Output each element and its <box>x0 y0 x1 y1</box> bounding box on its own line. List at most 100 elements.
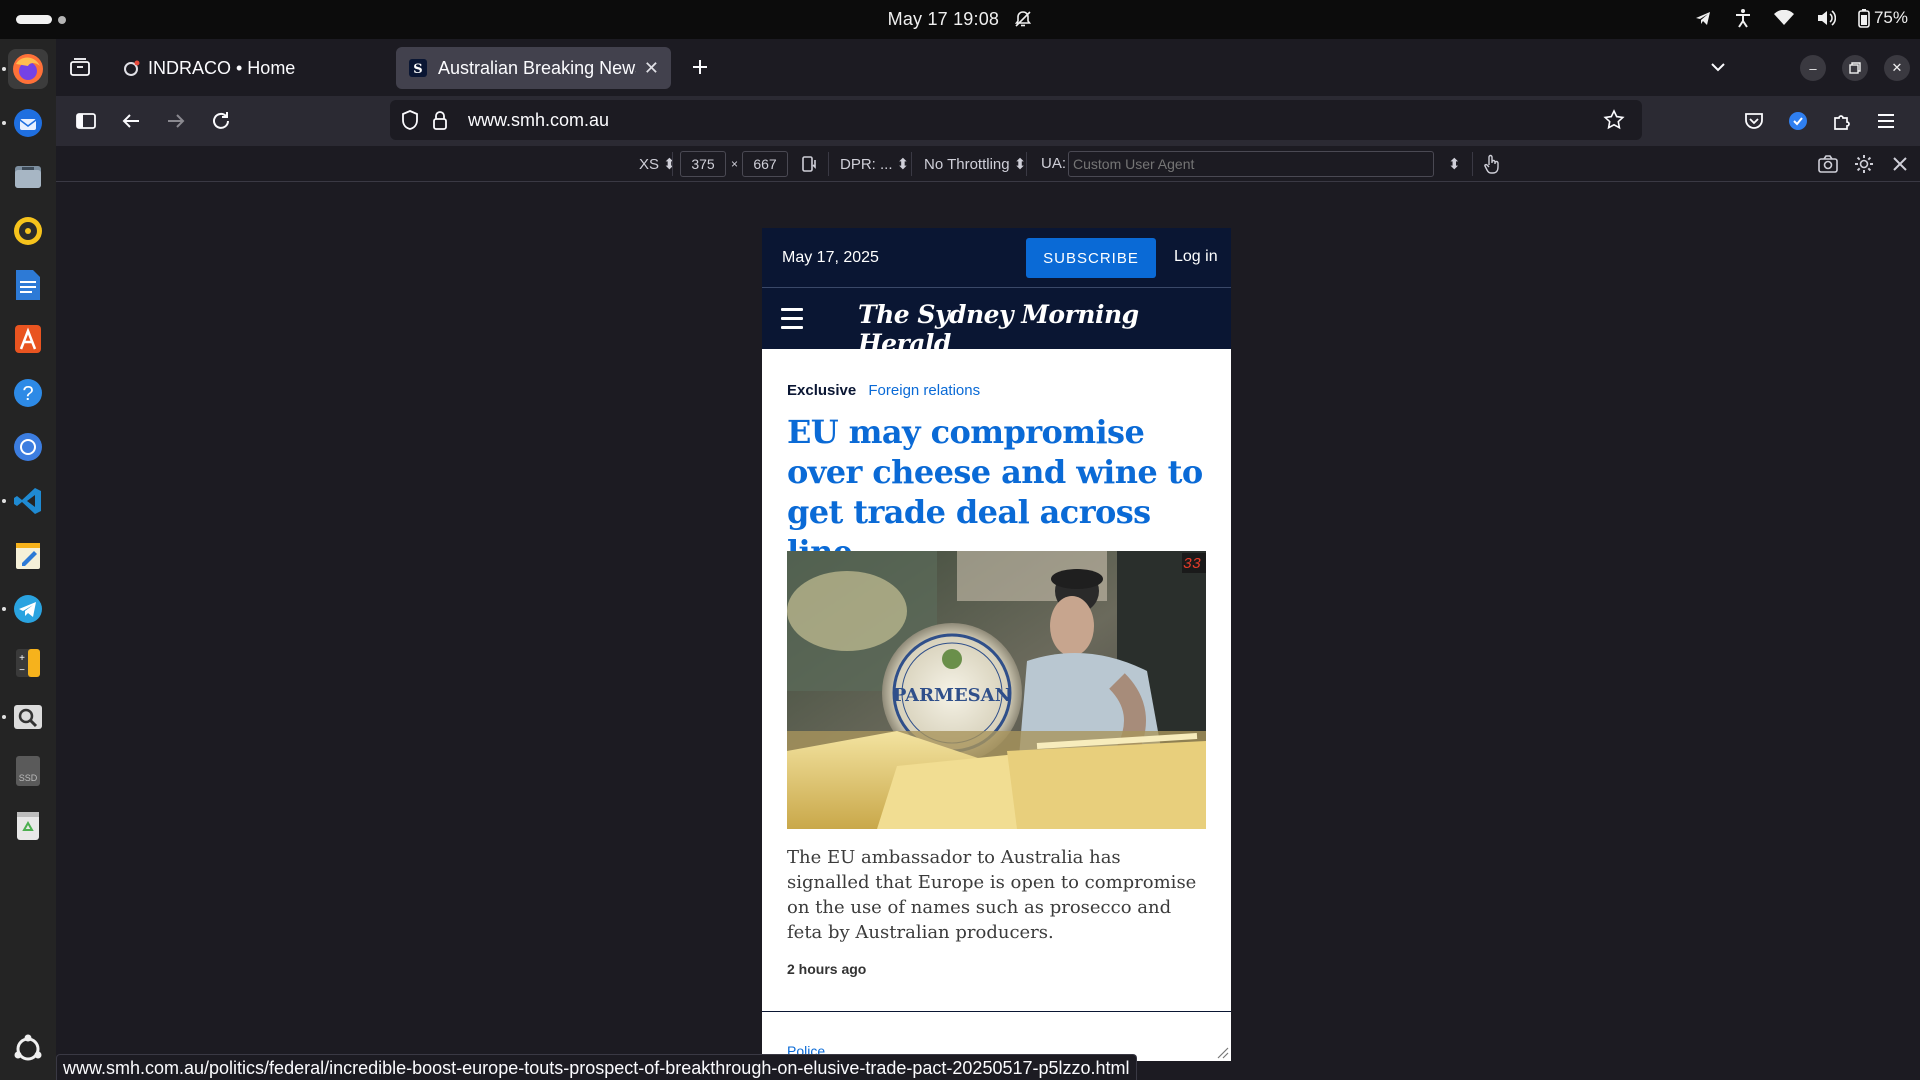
close-window-button[interactable]: ✕ <box>1884 55 1910 81</box>
ubuntu-logo-icon <box>14 1034 42 1061</box>
rotate-icon <box>802 156 816 172</box>
section-divider <box>762 1011 1231 1012</box>
dpr-label: DPR: ... <box>840 156 893 173</box>
help-launcher[interactable]: ? <box>8 373 48 413</box>
vscode-launcher[interactable] <box>8 481 48 521</box>
tab-close-icon[interactable]: ✕ <box>644 58 659 79</box>
shield-extension-icon <box>1789 112 1807 130</box>
address-bar[interactable]: www.smh.com.au <box>390 100 1642 140</box>
throttling-selector[interactable]: No Throttling ⬍ <box>924 155 1026 173</box>
responsive-design-toolbar: XS ⬍ 375 × 667 DPR: ... ⬍ No Throttling … <box>56 146 1920 182</box>
bookmark-star-icon[interactable] <box>1602 108 1626 132</box>
ua-label: UA: <box>1041 155 1067 172</box>
battery-icon <box>1858 9 1870 28</box>
list-all-tabs-button[interactable] <box>1706 55 1730 79</box>
sidebar-icon <box>76 113 96 129</box>
touch-hand-icon <box>1484 154 1499 174</box>
rhythmbox-launcher[interactable] <box>8 211 48 251</box>
minimize-button[interactable]: – <box>1800 55 1826 81</box>
minimize-icon: – <box>1809 60 1817 76</box>
browser-navigation-bar: www.smh.com.au <box>56 96 1920 146</box>
svg-text:?: ? <box>22 383 33 405</box>
reload-button[interactable] <box>209 109 233 133</box>
battery-indicator[interactable]: 75% <box>1858 8 1908 28</box>
telegram-icon <box>14 595 42 623</box>
app-menu-button[interactable] <box>1874 109 1898 133</box>
puzzle-icon <box>1834 115 1850 130</box>
url-text: www.smh.com.au <box>468 110 610 130</box>
telegram-tray-icon[interactable] <box>1694 9 1712 27</box>
restore-button[interactable] <box>1842 55 1868 81</box>
calculator-icon: +− <box>16 649 40 677</box>
text-editor-launcher[interactable] <box>8 535 48 575</box>
viewport-width-input[interactable]: 375 <box>680 151 726 177</box>
responsive-viewport: May 17, 2025 SUBSCRIBE Log in The Sydney… <box>762 228 1231 1061</box>
tab-indraco[interactable]: INDRACO • Home ✕ <box>110 47 440 89</box>
exclusive-label: Exclusive <box>787 382 857 399</box>
user-agent-input[interactable] <box>1068 151 1434 177</box>
screenshot-launcher[interactable] <box>8 697 48 737</box>
subscribe-button[interactable]: SUBSCRIBE <box>1026 238 1156 278</box>
forward-button[interactable] <box>164 109 188 133</box>
close-rdm-button[interactable] <box>1888 152 1912 176</box>
tracking-protection-shield-icon[interactable] <box>398 108 422 132</box>
device-selector[interactable]: XS ⬍ <box>639 155 676 173</box>
clock-text: May 17 19:08 <box>887 9 1000 29</box>
login-link[interactable]: Log in <box>1174 248 1218 266</box>
system-tray[interactable]: 75% <box>1694 8 1908 28</box>
vpn-extension-button[interactable] <box>1786 109 1810 133</box>
system-clock[interactable]: May 17 19:08 <box>0 9 1920 33</box>
dpr-selector[interactable]: DPR: ... ⬍ <box>840 155 909 173</box>
extensions-button[interactable] <box>1830 109 1854 133</box>
magnifier-icon <box>14 705 42 729</box>
height-value: 667 <box>753 156 777 172</box>
ubuntu-dock: ? + − SSD <box>0 39 56 1080</box>
svg-text:S: S <box>413 62 422 77</box>
lock-icon[interactable] <box>428 108 452 132</box>
screenshot-button[interactable] <box>1816 152 1840 176</box>
hamburger-menu-icon <box>1878 114 1894 128</box>
document-icon <box>16 270 40 300</box>
files-launcher[interactable] <box>8 157 48 197</box>
accessibility-icon[interactable] <box>1734 8 1752 28</box>
chromium-launcher[interactable] <box>8 427 48 467</box>
ua-dropdown-icon[interactable]: ⬍ <box>1448 155 1461 173</box>
article-photo[interactable]: 33 PARMESAN <box>787 551 1206 829</box>
svg-text:SSD: SSD <box>19 773 38 783</box>
rdm-settings-button[interactable] <box>1852 152 1876 176</box>
smh-masthead-bar: The Sydney Morning Herald <box>762 288 1231 358</box>
drive-icon: SSD <box>16 756 40 786</box>
show-apps-button[interactable] <box>8 1029 48 1069</box>
gear-icon <box>1855 155 1873 173</box>
masthead-logo[interactable]: The Sydney Morning Herald <box>858 300 1231 358</box>
ssd-drive-launcher[interactable]: SSD <box>8 751 48 791</box>
article-headline[interactable]: EU may compromise over cheese and wine t… <box>787 412 1207 572</box>
telegram-launcher[interactable] <box>8 589 48 629</box>
volume-icon[interactable] <box>1816 9 1836 27</box>
wifi-icon[interactable] <box>1773 10 1794 26</box>
firefox-view-icon <box>70 58 90 76</box>
thunderbird-icon <box>14 109 42 137</box>
thunderbird-launcher[interactable] <box>8 103 48 143</box>
app-center-launcher[interactable] <box>8 319 48 359</box>
trash-launcher[interactable] <box>8 805 48 845</box>
menu-hamburger-icon[interactable] <box>781 308 803 335</box>
firefox-view-button[interactable] <box>68 55 92 79</box>
sidebar-toggle-button[interactable] <box>74 109 98 133</box>
calculator-launcher[interactable]: + − <box>8 643 48 683</box>
vscode-icon <box>14 488 41 514</box>
viewport-height-input[interactable]: 667 <box>742 151 788 177</box>
firefox-icon <box>13 54 43 84</box>
firefox-launcher[interactable] <box>8 49 48 89</box>
writer-launcher[interactable] <box>8 265 48 305</box>
resize-grip-icon[interactable] <box>1215 1045 1229 1059</box>
rotate-viewport-button[interactable] <box>798 152 822 176</box>
width-value: 375 <box>691 156 715 172</box>
touch-simulation-button[interactable] <box>1480 152 1504 176</box>
category-link[interactable]: Foreign relations <box>868 382 980 399</box>
pocket-button[interactable] <box>1742 109 1766 133</box>
new-tab-button[interactable] <box>688 55 712 79</box>
tab-smh[interactable]: S Australian Breaking News ✕ <box>396 47 671 89</box>
back-button[interactable] <box>119 109 143 133</box>
tab-title: INDRACO • Home <box>148 57 296 78</box>
